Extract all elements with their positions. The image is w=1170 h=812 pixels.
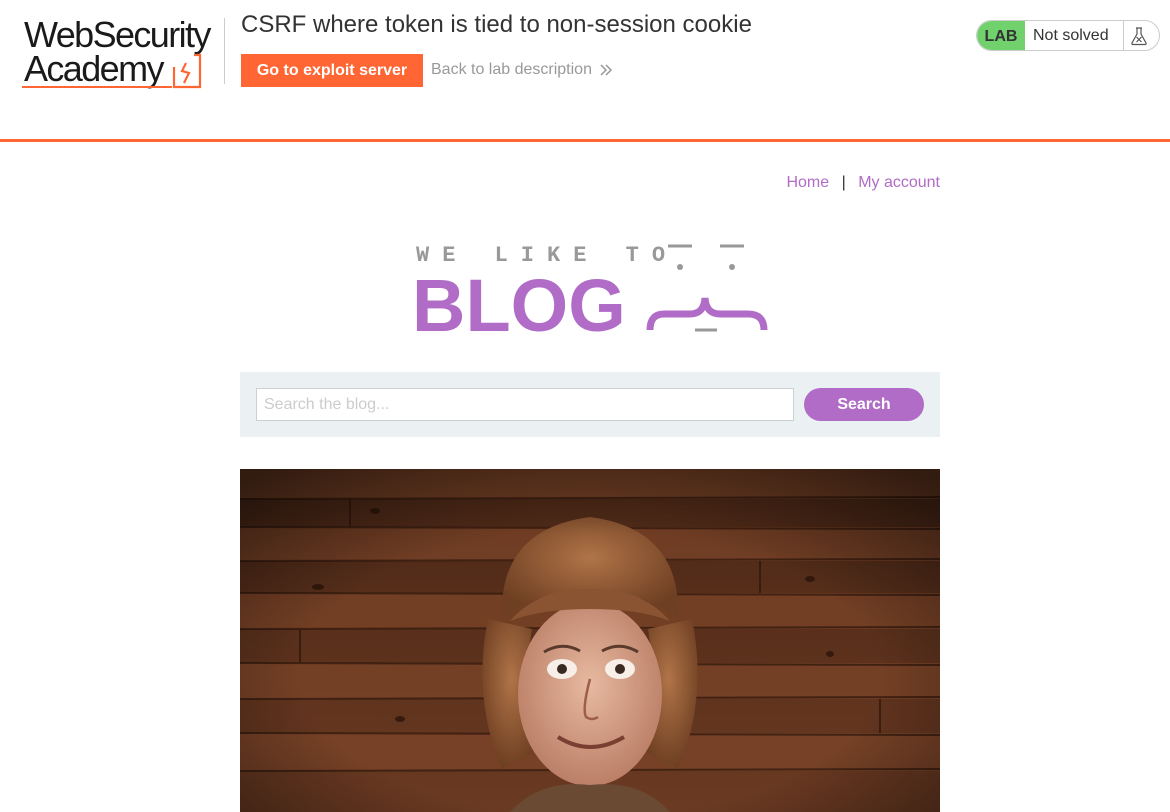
nav-separator: | — [841, 174, 846, 191]
search-button[interactable]: Search — [804, 388, 924, 421]
search-input[interactable] — [256, 388, 794, 421]
blog-nav: Home | My account — [240, 172, 940, 194]
lab-title: CSRF where token is tied to non-session … — [241, 11, 752, 38]
logo-text-line2: Academy — [24, 48, 164, 89]
academy-mark-icon — [172, 53, 202, 89]
lab-badge: LAB — [977, 21, 1025, 50]
blog-logo-word: BLOG — [412, 264, 626, 338]
back-to-lab-description-link[interactable]: Back to lab description — [431, 60, 592, 80]
post-image-illustration — [240, 469, 940, 812]
chevron-double-right-icon[interactable] — [598, 61, 614, 79]
blog-search-bar: Search — [240, 372, 940, 437]
lab-header: WebSecurity Academy CSRF where token is … — [0, 0, 1170, 142]
web-security-academy-logo[interactable]: WebSecurity Academy — [22, 17, 222, 91]
lab-status-separator — [1123, 21, 1124, 50]
header-divider — [224, 18, 225, 84]
lab-status-text: Not solved — [1033, 27, 1109, 44]
go-to-exploit-server-button[interactable]: Go to exploit server — [241, 54, 423, 87]
lab-status-widget: LAB Not solved — [976, 20, 1160, 51]
nav-my-account-link[interactable]: My account — [858, 174, 940, 191]
blog-post-image[interactable] — [240, 469, 940, 812]
we-like-to-blog-logo: WE LIKE TO BLOG — [412, 243, 768, 338]
header-orange-rule — [0, 139, 1170, 142]
flask-icon — [1131, 27, 1147, 46]
nav-home-link[interactable]: Home — [786, 174, 829, 191]
logo-underline — [22, 86, 172, 88]
